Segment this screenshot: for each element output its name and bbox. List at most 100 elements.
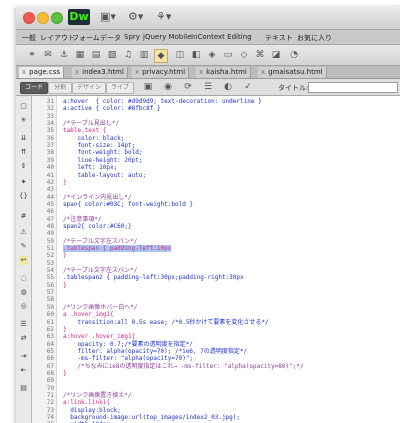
refresh-icon[interactable]: ⟳ bbox=[182, 81, 194, 93]
code-line[interactable]: color: black; bbox=[63, 135, 124, 142]
wrap-tag-icon[interactable]: ◎ bbox=[19, 302, 28, 311]
hyperlink-icon[interactable]: ⚭ bbox=[26, 49, 38, 61]
code-line[interactable]: /*インライン内見出し*/ bbox=[63, 194, 131, 201]
code-line[interactable]: display:block; bbox=[63, 407, 121, 414]
image-icon[interactable]: ▨ bbox=[106, 49, 118, 61]
code-line[interactable]: -ms-filter: "alpha(opacity=70)"; bbox=[63, 355, 193, 362]
code-line[interactable]: left: 10px; bbox=[63, 164, 117, 171]
code-line[interactable]: /*リンク画像置き換え*/ bbox=[63, 392, 131, 399]
code-line[interactable]: font-weight: bold; bbox=[63, 149, 142, 156]
tag-chooser-icon[interactable]: ◇ bbox=[238, 49, 250, 61]
code-line[interactable]: } bbox=[63, 370, 67, 377]
code-line[interactable]: table.text { bbox=[63, 127, 106, 134]
server-icon[interactable]: ◔ bbox=[288, 49, 300, 61]
widget-icon[interactable]: ◆ bbox=[154, 49, 168, 63]
code-line[interactable]: /*ちなみにie8の透明度指定はこれ→ -ms-filter: "alpha(o… bbox=[63, 363, 303, 370]
collapse-selection-icon[interactable]: ⇈ bbox=[19, 148, 28, 157]
line-numbers-icon[interactable]: # bbox=[19, 212, 28, 221]
template-icon[interactable]: ▭ bbox=[222, 49, 234, 61]
indent-icon[interactable]: ⇥ bbox=[19, 352, 28, 361]
show-code-navigator-icon[interactable]: ✳ bbox=[19, 116, 28, 125]
code-line[interactable]: /*注意事項*/ bbox=[63, 216, 101, 223]
remove-comment-icon[interactable]: ◍ bbox=[19, 288, 28, 297]
code-line[interactable]: filter: alpha(opacity=70); /*ie6, 7の透明度指… bbox=[63, 348, 247, 355]
code-line[interactable]: /*リンク画像ホバー白へ*/ bbox=[63, 304, 137, 311]
code-line[interactable]: span2{ color:#C60;} bbox=[63, 223, 132, 230]
collapse-tag-icon[interactable]: ⇊ bbox=[19, 134, 28, 143]
code-line[interactable]: /*テーブル文字左スパン*/ bbox=[63, 267, 137, 274]
code-line[interactable]: a:hover .hover_img1{ bbox=[63, 333, 135, 340]
menu-item-incontext-editing[interactable]: InContext Editing bbox=[191, 33, 252, 41]
menu-item-favorites[interactable]: お気に入り bbox=[297, 33, 332, 43]
close-icon[interactable]: x bbox=[199, 68, 203, 76]
code-line[interactable]: /*テーブル見出し*/ bbox=[63, 120, 119, 127]
code-line[interactable]: a .hover_img1{ bbox=[63, 311, 114, 318]
code-view-button[interactable]: コード bbox=[20, 82, 48, 94]
word-wrap-icon[interactable]: ↩ bbox=[19, 256, 28, 265]
select-parent-tag-icon[interactable]: ✦ bbox=[19, 178, 28, 187]
code-line[interactable]: span{ color:#03C; font-weight:bold } bbox=[63, 201, 193, 208]
visual-aids-icon[interactable]: ◐ bbox=[222, 81, 234, 93]
code-line[interactable]: /*テーブル文字左スパン*/ bbox=[63, 238, 137, 245]
close-icon[interactable]: x bbox=[261, 68, 265, 76]
code-editor[interactable]: a:hover { color: #d9d9d9; text-decoratio… bbox=[57, 96, 400, 423]
move-css-icon[interactable]: ⇄ bbox=[19, 334, 28, 343]
close-window-button[interactable] bbox=[23, 12, 35, 24]
code-line[interactable]: opacity: 0.7;/*要素の透明度を指定*/ bbox=[63, 341, 192, 348]
tab-page-css[interactable]: x page.css bbox=[19, 67, 65, 78]
tab-gmaisatsu[interactable]: x gmaisatsu.html bbox=[258, 67, 327, 78]
div-icon[interactable]: ▤ bbox=[90, 49, 102, 61]
script-icon[interactable]: ◈ bbox=[206, 49, 218, 61]
comment-icon[interactable]: ◫ bbox=[174, 49, 186, 61]
code-line[interactable]: a:active { color: #8fbc8f } bbox=[63, 105, 161, 112]
menu-item-layout[interactable]: レイアウト bbox=[40, 33, 75, 43]
menu-item-general[interactable]: 一般 bbox=[22, 33, 36, 43]
design-view-button[interactable]: デザイン bbox=[72, 82, 106, 94]
code-line[interactable]: background-image:url(top_images/index2_0… bbox=[63, 414, 240, 421]
tab-privacy[interactable]: x privacy.html bbox=[132, 67, 190, 78]
code-line[interactable]: } bbox=[63, 179, 67, 186]
maximize-window-button[interactable] bbox=[51, 12, 63, 24]
sync-icon[interactable]: ⚘▾ bbox=[156, 10, 171, 24]
menu-item-spry[interactable]: Spry bbox=[124, 33, 140, 41]
view-options-icon[interactable]: ☰ bbox=[202, 81, 214, 93]
tag-icon[interactable]: ◪ bbox=[270, 49, 282, 61]
code-line[interactable]: } bbox=[63, 252, 67, 259]
close-icon[interactable]: x bbox=[135, 68, 139, 76]
title-input[interactable] bbox=[308, 82, 398, 93]
layout-icon[interactable]: ▣▾ bbox=[100, 10, 116, 24]
balance-braces-icon[interactable]: {} bbox=[19, 192, 28, 201]
outdent-icon[interactable]: ⇤ bbox=[19, 366, 28, 375]
code-line[interactable]: font-size: 14pt; bbox=[63, 142, 135, 149]
multiscreen-icon[interactable]: ▣ bbox=[142, 81, 154, 93]
live-view-button[interactable]: ライブ bbox=[106, 82, 134, 94]
code-line[interactable]: transition:all 0.5s ease; /*0.5秒かけて要素を変化… bbox=[63, 319, 268, 326]
email-link-icon[interactable]: ✉ bbox=[42, 49, 54, 61]
code-line[interactable]: } bbox=[63, 282, 67, 289]
apply-comment-icon[interactable]: ◌ bbox=[19, 274, 28, 283]
highlight-invalid-code-icon[interactable]: ⚠ bbox=[19, 228, 28, 237]
code-line[interactable]: .tablespan2 { padding-left:30px;padding-… bbox=[63, 274, 244, 281]
code-icon[interactable]: ⌘ bbox=[254, 49, 266, 61]
close-icon[interactable]: x bbox=[22, 68, 26, 76]
minimize-window-button[interactable] bbox=[37, 12, 49, 24]
date-icon[interactable]: ▥ bbox=[138, 49, 150, 61]
menu-item-data[interactable]: データ bbox=[100, 33, 121, 43]
split-view-button[interactable]: 分割 bbox=[48, 82, 72, 94]
head-icon[interactable]: ◧ bbox=[190, 49, 202, 61]
code-line[interactable]: a:hover { color: #d9d9d9; text-decoratio… bbox=[63, 98, 262, 105]
media-icon[interactable]: ♫ bbox=[122, 49, 134, 61]
tab-index3[interactable]: x index3.html bbox=[72, 67, 128, 78]
menu-item-jquery-mobile[interactable]: jQuery Mobile bbox=[143, 33, 191, 41]
selected-text[interactable]: .tablespan { padding-left:10px bbox=[63, 245, 172, 252]
expand-all-icon[interactable]: ⇕ bbox=[19, 162, 28, 171]
code-line[interactable]: table-layout: auto; bbox=[63, 172, 146, 179]
preview-icon[interactable]: ◉ bbox=[162, 81, 174, 93]
code-line[interactable]: a:link.link1{ bbox=[63, 399, 110, 406]
open-documents-icon[interactable]: ▢ bbox=[19, 102, 28, 111]
format-source-icon[interactable]: ▤ bbox=[19, 384, 28, 393]
code-line[interactable]: .tablespan { padding-left:10px bbox=[63, 245, 172, 252]
anchor-icon[interactable]: ⚓ bbox=[58, 49, 70, 61]
menu-item-form[interactable]: フォーム bbox=[72, 33, 100, 43]
check-page-icon[interactable]: ✓ bbox=[242, 81, 254, 93]
